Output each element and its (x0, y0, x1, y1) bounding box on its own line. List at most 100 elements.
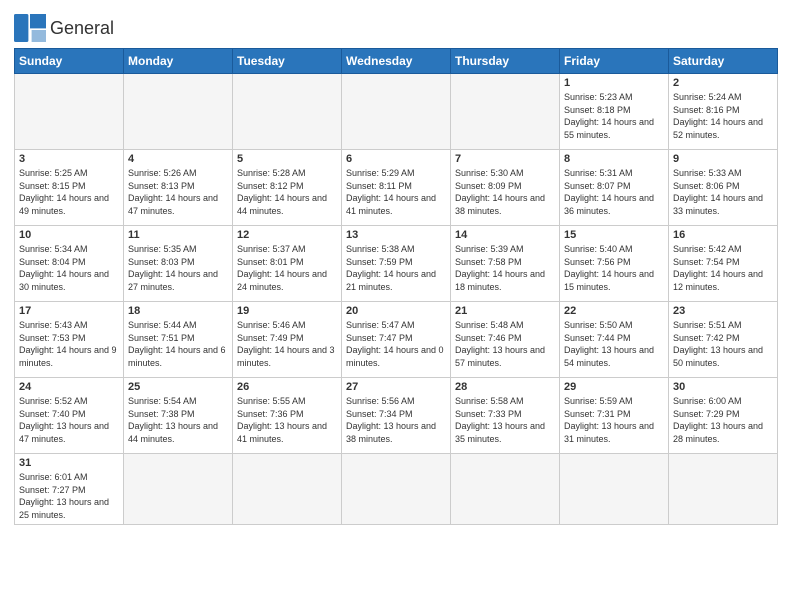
day-number: 28 (455, 381, 555, 393)
day-info: Sunrise: 5:33 AM Sunset: 8:06 PM Dayligh… (673, 167, 773, 217)
day-cell: 3 Sunrise: 5:25 AM Sunset: 8:15 PM Daylig… (15, 150, 124, 226)
day-number: 16 (673, 229, 773, 241)
day-number: 29 (564, 381, 664, 393)
day-cell (124, 454, 233, 525)
weekday-header-friday: Friday (560, 49, 669, 74)
day-info: Sunrise: 5:44 AM Sunset: 7:51 PM Dayligh… (128, 319, 228, 369)
day-cell: 2 Sunrise: 5:24 AM Sunset: 8:16 PM Daylig… (669, 74, 778, 150)
day-number: 20 (346, 305, 446, 317)
day-info: Sunrise: 5:26 AM Sunset: 8:13 PM Dayligh… (128, 167, 228, 217)
day-number: 19 (237, 305, 337, 317)
day-info: Sunrise: 5:35 AM Sunset: 8:03 PM Dayligh… (128, 243, 228, 293)
day-cell: 26Sunrise: 5:55 AM Sunset: 7:36 PM Dayli… (233, 378, 342, 454)
day-cell: 30 Sunrise: 6:00 AM Sunset: 7:29 PM Dayli… (669, 378, 778, 454)
day-info: Sunrise: 5:48 AM Sunset: 7:46 PM Dayligh… (455, 319, 555, 369)
day-number: 1 (564, 77, 664, 89)
logo-text-block: General (50, 19, 114, 37)
day-number: 5 (237, 153, 337, 165)
day-number: 8 (564, 153, 664, 165)
day-cell: 16Sunrise: 5:42 AM Sunset: 7:54 PM Dayli… (669, 226, 778, 302)
day-number: 21 (455, 305, 555, 317)
week-row-2: 3 Sunrise: 5:25 AM Sunset: 8:15 PM Daylig… (15, 150, 778, 226)
day-number: 12 (237, 229, 337, 241)
weekday-header-saturday: Saturday (669, 49, 778, 74)
day-info: Sunrise: 5:24 AM Sunset: 8:16 PM Dayligh… (673, 91, 773, 141)
day-info: Sunrise: 5:39 AM Sunset: 7:58 PM Dayligh… (455, 243, 555, 293)
day-cell: 28 Sunrise: 5:58 AM Sunset: 7:33 PM Dayli… (451, 378, 560, 454)
day-info: Sunrise: 5:52 AM Sunset: 7:40 PM Dayligh… (19, 395, 119, 445)
day-cell (233, 74, 342, 150)
day-info: Sunrise: 5:51 AM Sunset: 7:42 PM Dayligh… (673, 319, 773, 369)
day-number: 30 (673, 381, 773, 393)
week-row-4: 17Sunrise: 5:43 AM Sunset: 7:53 PM Dayli… (15, 302, 778, 378)
day-cell (233, 454, 342, 525)
day-cell (342, 74, 451, 150)
day-number: 18 (128, 305, 228, 317)
day-cell: 1 Sunrise: 5:23 AM Sunset: 8:18 PM Daylig… (560, 74, 669, 150)
day-info: Sunrise: 5:47 AM Sunset: 7:47 PM Dayligh… (346, 319, 446, 369)
day-number: 15 (564, 229, 664, 241)
day-number: 25 (128, 381, 228, 393)
week-row-3: 10Sunrise: 5:34 AM Sunset: 8:04 PM Dayli… (15, 226, 778, 302)
day-number: 27 (346, 381, 446, 393)
day-cell: 5Sunrise: 5:28 AM Sunset: 8:12 PM Daylig… (233, 150, 342, 226)
day-info: Sunrise: 5:23 AM Sunset: 8:18 PM Dayligh… (564, 91, 664, 141)
day-cell: 23Sunrise: 5:51 AM Sunset: 7:42 PM Dayli… (669, 302, 778, 378)
weekday-header-tuesday: Tuesday (233, 49, 342, 74)
day-number: 6 (346, 153, 446, 165)
day-number: 26 (237, 381, 337, 393)
day-info: Sunrise: 5:43 AM Sunset: 7:53 PM Dayligh… (19, 319, 119, 369)
day-cell: 11Sunrise: 5:35 AM Sunset: 8:03 PM Dayli… (124, 226, 233, 302)
day-cell: 22Sunrise: 5:50 AM Sunset: 7:44 PM Dayli… (560, 302, 669, 378)
day-cell: 13Sunrise: 5:38 AM Sunset: 7:59 PM Dayli… (342, 226, 451, 302)
day-cell: 14Sunrise: 5:39 AM Sunset: 7:58 PM Dayli… (451, 226, 560, 302)
weekday-header-monday: Monday (124, 49, 233, 74)
day-info: Sunrise: 5:30 AM Sunset: 8:09 PM Dayligh… (455, 167, 555, 217)
day-cell (451, 454, 560, 525)
day-number: 4 (128, 153, 228, 165)
week-row-1: 1 Sunrise: 5:23 AM Sunset: 8:18 PM Daylig… (15, 74, 778, 150)
day-cell: 31Sunrise: 6:01 AM Sunset: 7:27 PM Dayli… (15, 454, 124, 525)
day-cell: 7 Sunrise: 5:30 AM Sunset: 8:09 PM Daylig… (451, 150, 560, 226)
day-cell (124, 74, 233, 150)
day-cell: 24 Sunrise: 5:52 AM Sunset: 7:40 PM Dayli… (15, 378, 124, 454)
day-number: 24 (19, 381, 119, 393)
day-cell: 27Sunrise: 5:56 AM Sunset: 7:34 PM Dayli… (342, 378, 451, 454)
day-cell: 19 Sunrise: 5:46 AM Sunset: 7:49 PM Dayli… (233, 302, 342, 378)
day-number: 9 (673, 153, 773, 165)
day-info: Sunrise: 6:00 AM Sunset: 7:29 PM Dayligh… (673, 395, 773, 445)
page: General SundayMondayTuesdayWednesdayThur… (0, 0, 792, 612)
day-cell (15, 74, 124, 150)
day-cell: 9 Sunrise: 5:33 AM Sunset: 8:06 PM Daylig… (669, 150, 778, 226)
day-number: 13 (346, 229, 446, 241)
day-info: Sunrise: 5:58 AM Sunset: 7:33 PM Dayligh… (455, 395, 555, 445)
logo: General (14, 14, 114, 42)
calendar-table: SundayMondayTuesdayWednesdayThursdayFrid… (14, 48, 778, 525)
day-cell: 18 Sunrise: 5:44 AM Sunset: 7:51 PM Dayli… (124, 302, 233, 378)
day-cell: 17Sunrise: 5:43 AM Sunset: 7:53 PM Dayli… (15, 302, 124, 378)
day-info: Sunrise: 5:31 AM Sunset: 8:07 PM Dayligh… (564, 167, 664, 217)
day-info: Sunrise: 6:01 AM Sunset: 7:27 PM Dayligh… (19, 471, 119, 521)
day-cell (451, 74, 560, 150)
day-cell: 29 Sunrise: 5:59 AM Sunset: 7:31 PM Dayli… (560, 378, 669, 454)
day-cell: 21 Sunrise: 5:48 AM Sunset: 7:46 PM Dayli… (451, 302, 560, 378)
day-info: Sunrise: 5:46 AM Sunset: 7:49 PM Dayligh… (237, 319, 337, 369)
day-cell: 6 Sunrise: 5:29 AM Sunset: 8:11 PM Daylig… (342, 150, 451, 226)
day-info: Sunrise: 5:40 AM Sunset: 7:56 PM Dayligh… (564, 243, 664, 293)
day-info: Sunrise: 5:29 AM Sunset: 8:11 PM Dayligh… (346, 167, 446, 217)
day-cell (669, 454, 778, 525)
weekday-header-sunday: Sunday (15, 49, 124, 74)
weekday-header-thursday: Thursday (451, 49, 560, 74)
day-cell: 4 Sunrise: 5:26 AM Sunset: 8:13 PM Daylig… (124, 150, 233, 226)
day-number: 2 (673, 77, 773, 89)
day-cell: 12Sunrise: 5:37 AM Sunset: 8:01 PM Dayli… (233, 226, 342, 302)
day-cell: 25Sunrise: 5:54 AM Sunset: 7:38 PM Dayli… (124, 378, 233, 454)
day-number: 3 (19, 153, 119, 165)
day-info: Sunrise: 5:50 AM Sunset: 7:44 PM Dayligh… (564, 319, 664, 369)
day-info: Sunrise: 5:25 AM Sunset: 8:15 PM Dayligh… (19, 167, 119, 217)
day-info: Sunrise: 5:59 AM Sunset: 7:31 PM Dayligh… (564, 395, 664, 445)
day-number: 7 (455, 153, 555, 165)
day-cell: 20 Sunrise: 5:47 AM Sunset: 7:47 PM Dayli… (342, 302, 451, 378)
day-cell: 15 Sunrise: 5:40 AM Sunset: 7:56 PM Dayli… (560, 226, 669, 302)
day-info: Sunrise: 5:34 AM Sunset: 8:04 PM Dayligh… (19, 243, 119, 293)
